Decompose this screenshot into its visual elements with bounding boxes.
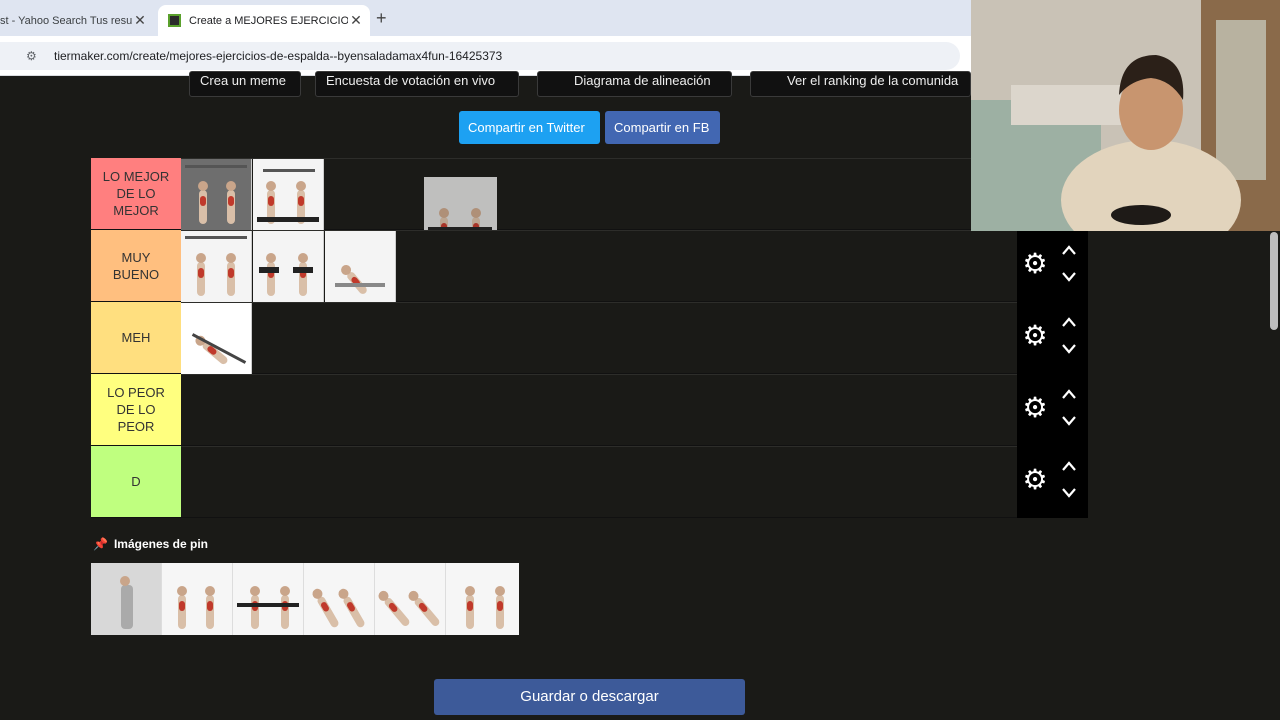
tier-controls: ⚙ xyxy=(1017,446,1088,518)
chevron-up-icon[interactable] xyxy=(1061,315,1077,329)
gear-icon[interactable]: ⚙ xyxy=(1022,394,1048,422)
tier-row: D xyxy=(91,446,1088,518)
pinned-image[interactable] xyxy=(233,563,304,635)
tier-controls: ⚙ xyxy=(1017,374,1088,446)
gear-icon[interactable]: ⚙ xyxy=(1022,250,1048,278)
tab-tiermaker[interactable]: Create a MEJORES EJERCICIOS ✕ xyxy=(158,5,370,36)
chevron-down-icon[interactable] xyxy=(1061,270,1077,284)
exercise-image[interactable] xyxy=(181,231,252,302)
tier-label[interactable]: MEH xyxy=(91,302,181,373)
tier-label[interactable]: LO MEJOR DE LO MEJOR xyxy=(91,158,181,229)
tier-controls: ⚙ xyxy=(1017,302,1088,374)
browser-tab-bar: st - Yahoo Search Tus resu ✕ Create a ME… xyxy=(0,0,971,36)
webcam-overlay xyxy=(971,0,1280,231)
tier-items[interactable] xyxy=(181,302,1017,374)
webcam-person-image xyxy=(971,0,1280,231)
tier-label[interactable]: MUY BUENO xyxy=(91,230,181,301)
pinned-image[interactable] xyxy=(91,563,162,635)
alignment-chart-button[interactable]: Diagrama de alineación xyxy=(537,71,732,97)
exercise-image[interactable] xyxy=(181,159,252,230)
tab-title: Create a MEJORES EJERCICIOS xyxy=(189,14,348,27)
save-download-button[interactable]: Guardar o descargar xyxy=(434,679,745,715)
pinned-images-label: Imágenes de pin xyxy=(113,537,208,551)
chevron-up-icon[interactable] xyxy=(1061,387,1077,401)
tier-items[interactable] xyxy=(181,446,1017,517)
tier-row: LO PEOR DE LO PEOR xyxy=(91,374,1088,446)
create-meme-button[interactable]: Crea un meme xyxy=(189,71,301,97)
exercise-image[interactable] xyxy=(253,231,324,302)
pin-icon: 📌 xyxy=(93,537,108,551)
tier-row: MUY BUENO xyxy=(91,230,1088,302)
chevron-up-icon[interactable] xyxy=(1061,459,1077,473)
tier-items[interactable] xyxy=(181,158,1017,249)
pinned-image[interactable] xyxy=(304,563,375,635)
chevron-up-icon[interactable] xyxy=(1061,243,1077,257)
pinned-images-strip[interactable] xyxy=(91,563,519,635)
close-icon[interactable]: ✕ xyxy=(348,12,364,29)
gear-icon[interactable]: ⚙ xyxy=(1022,322,1048,350)
new-tab-icon[interactable]: + xyxy=(376,8,387,29)
live-poll-button[interactable]: Encuesta de votación en vivo xyxy=(315,71,519,97)
chevron-down-icon[interactable] xyxy=(1061,342,1077,356)
tier-items[interactable] xyxy=(181,230,1017,302)
tier-row: LO MEJOR DE LO MEJOR xyxy=(91,158,1088,249)
tier-controls: ⚙ xyxy=(1017,230,1088,302)
pinned-images-heading: 📌 Imágenes de pin xyxy=(93,537,208,551)
site-info-icon[interactable]: ⚙ xyxy=(26,49,42,63)
exercise-image[interactable] xyxy=(253,159,324,230)
gear-icon[interactable]: ⚙ xyxy=(1022,466,1048,494)
chevron-down-icon[interactable] xyxy=(1061,414,1077,428)
address-bar: ⚙ tiermaker.com/create/mejores-ejercicio… xyxy=(0,36,971,76)
community-ranking-button[interactable]: Ver el ranking de la comunida xyxy=(750,71,971,97)
share-twitter-button[interactable]: Compartir en Twitter xyxy=(459,111,600,144)
scrollbar[interactable] xyxy=(1268,232,1280,720)
tier-list: LO MEJOR DE LO MEJOR MUY BUENO MEH LO PE… xyxy=(91,158,1088,518)
pinned-image[interactable] xyxy=(162,563,233,635)
tier-items[interactable] xyxy=(181,374,1017,445)
tier-row: MEH xyxy=(91,302,1088,374)
tab-yahoo-search[interactable]: st - Yahoo Search Tus resu ✕ xyxy=(0,5,154,36)
chevron-down-icon[interactable] xyxy=(1061,486,1077,500)
share-facebook-button[interactable]: Compartir en FB xyxy=(605,111,720,144)
pinned-image[interactable] xyxy=(375,563,446,635)
url-field[interactable]: ⚙ tiermaker.com/create/mejores-ejercicio… xyxy=(0,42,960,70)
tier-label[interactable]: LO PEOR DE LO PEOR xyxy=(91,374,181,445)
scrollbar-thumb[interactable] xyxy=(1270,232,1278,330)
tab-title: st - Yahoo Search Tus resu xyxy=(0,14,132,27)
pinned-image[interactable] xyxy=(446,563,517,635)
tier-label[interactable]: D xyxy=(91,446,181,517)
tiermaker-favicon-icon xyxy=(168,14,181,27)
close-icon[interactable]: ✕ xyxy=(132,12,148,29)
url-text: tiermaker.com/create/mejores-ejercicios-… xyxy=(54,49,503,63)
exercise-image[interactable] xyxy=(325,231,396,302)
exercise-image[interactable] xyxy=(181,303,252,374)
